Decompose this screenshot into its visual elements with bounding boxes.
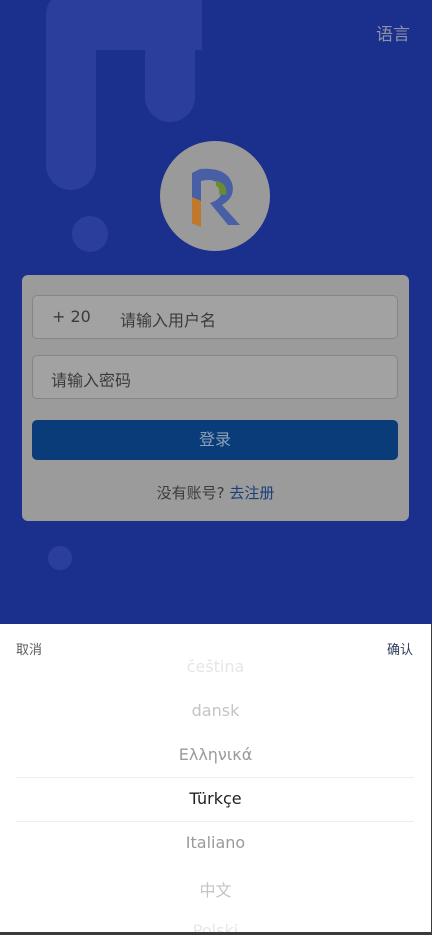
picker-option[interactable]: Italiano <box>0 833 431 852</box>
password-placeholder: 请输入密码 <box>51 371 132 390</box>
picker-option[interactable]: Ελληνικά <box>0 745 431 764</box>
decorative-dot <box>72 216 108 252</box>
decorative-shape <box>46 0 96 190</box>
decorative-dot <box>48 546 72 570</box>
cancel-button[interactable]: 取消 <box>16 639 42 658</box>
picker-option[interactable]: dansk <box>0 701 431 720</box>
username-placeholder: 请输入用户名 <box>120 311 217 330</box>
picker-option[interactable]: Polski <box>0 921 431 932</box>
selection-divider <box>16 821 414 822</box>
picker-option-selected[interactable]: Türkçe <box>0 789 431 808</box>
register-link[interactable]: 去注册 <box>229 484 274 502</box>
selection-divider <box>16 777 414 778</box>
password-field[interactable]: 请输入密码 <box>32 355 398 399</box>
picker-option[interactable]: čeština <box>0 657 431 676</box>
picker-option[interactable]: 中文 <box>0 877 431 901</box>
language-picker-sheet: 取消 确认 čeština dansk Ελληνικά Türkçe Ital… <box>0 624 431 932</box>
login-form-card: + 20 请输入用户名 请输入密码 登录 没有账号? 去注册 <box>22 275 409 521</box>
decorative-shape <box>145 0 195 122</box>
app-logo <box>160 141 270 251</box>
no-account-text: 没有账号? <box>156 484 225 502</box>
confirm-button[interactable]: 确认 <box>387 639 413 658</box>
language-picker-wheel[interactable]: čeština dansk Ελληνικά Türkçe Italiano 中… <box>0 657 431 932</box>
username-field[interactable]: + 20 请输入用户名 <box>32 295 398 339</box>
register-prompt: 没有账号? 去注册 <box>22 482 409 503</box>
country-code-selector[interactable]: + 20 <box>52 307 91 326</box>
language-button[interactable]: 语言 <box>376 20 410 45</box>
login-button[interactable]: 登录 <box>32 420 398 460</box>
logo-icon <box>192 168 240 227</box>
